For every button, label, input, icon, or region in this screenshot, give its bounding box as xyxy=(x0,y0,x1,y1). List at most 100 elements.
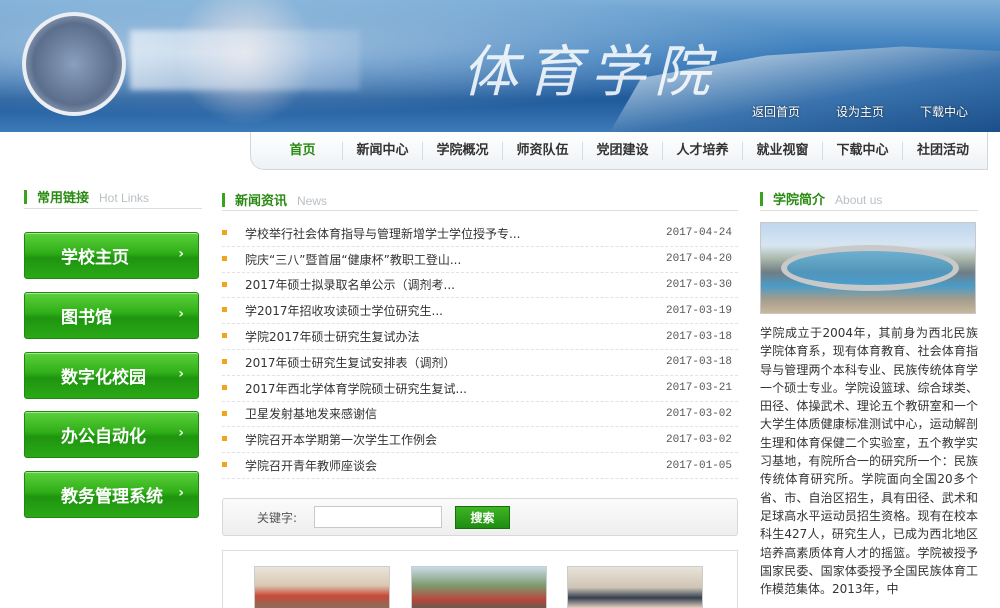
hot-link-school-home[interactable]: 学校主页 › xyxy=(24,232,199,279)
news-item-date: 2017-03-02 xyxy=(665,433,732,446)
stadium-photo[interactable] xyxy=(760,222,976,314)
news-item[interactable]: 2017年硕士研究生复试安排表（调剂） 2017-03-18 xyxy=(222,350,738,376)
bullet-icon xyxy=(222,358,227,364)
news-item-date: 2017-03-02 xyxy=(665,407,732,420)
news-item-date: 2017-03-21 xyxy=(665,382,732,395)
nav-item-faculty[interactable]: 师资队伍 xyxy=(503,141,583,160)
divider xyxy=(222,210,738,211)
heading-bar xyxy=(24,189,27,204)
search-label: 关键字: xyxy=(257,511,298,525)
nav-item-home[interactable]: 首页 xyxy=(263,141,343,160)
news-item[interactable]: 学校举行社会体育指导与管理新增学士学位授予专... 2017-04-24 xyxy=(222,221,738,247)
hot-links-title-en: Hot Links xyxy=(99,191,150,205)
news-item-title: 卫星发射基地发来感谢信 xyxy=(245,407,378,422)
news-item-title: 院庆“三八”暨首届“健康杯”教职工登山... xyxy=(245,252,462,267)
news-title: 新闻资讯 xyxy=(235,194,288,209)
main-nav: 首页 新闻中心 学院概况 师资队伍 党团建设 人才培养 就业视窗 下载中心 社团… xyxy=(250,132,988,170)
top-link-downloads[interactable]: 下载中心 xyxy=(902,103,986,120)
nav-item-news[interactable]: 新闻中心 xyxy=(343,141,423,160)
nav-item-employment[interactable]: 就业视窗 xyxy=(743,141,823,160)
search-input[interactable] xyxy=(314,506,442,528)
news-item[interactable]: 学院召开青年教师座谈会 2017-01-05 xyxy=(222,453,738,479)
news-title-en: News xyxy=(297,194,328,208)
school-name-logotype xyxy=(130,30,360,90)
news-item-title: 2017年西北学体育学院硕士研究生复试... xyxy=(245,381,467,396)
about-heading: 学院简介 About us xyxy=(760,189,882,208)
news-item[interactable]: 2017年硕士拟录取名单公示（调剂考... 2017-03-30 xyxy=(222,273,738,299)
divider xyxy=(760,210,978,211)
hot-link-office-automation[interactable]: 办公自动化 › xyxy=(24,411,199,458)
heading-bar xyxy=(222,192,225,207)
bullet-icon xyxy=(222,307,227,313)
bullet-icon xyxy=(222,255,227,261)
hot-link-library[interactable]: 图书馆 › xyxy=(24,292,199,339)
news-item-title: 学院召开本学期第一次学生工作例会 xyxy=(245,433,438,448)
top-link-set-homepage[interactable]: 设为主页 xyxy=(818,103,902,120)
heading-bar xyxy=(760,191,763,206)
news-item-title: 2017年硕士研究生复试安排表（调剂） xyxy=(245,355,456,370)
photo-seminar[interactable] xyxy=(567,566,703,608)
hot-link-label: 学校主页 xyxy=(61,248,129,268)
photo-meeting-room[interactable] xyxy=(254,566,390,608)
chevron-right-icon: › xyxy=(178,246,184,262)
news-item-date: 2017-03-18 xyxy=(665,330,732,343)
news-item-title: 2017年硕士拟录取名单公示（调剂考... xyxy=(245,278,455,293)
photo-strip xyxy=(222,550,738,608)
about-title-en: About us xyxy=(835,193,883,207)
bullet-icon xyxy=(222,230,227,235)
search-button[interactable]: 搜索 xyxy=(455,506,510,529)
news-list: 学校举行社会体育指导与管理新增学士学位授予专... 2017-04-24 院庆“三… xyxy=(222,221,738,479)
bullet-icon xyxy=(222,384,227,390)
school-logo[interactable] xyxy=(22,12,126,116)
news-item-date: 2017-04-24 xyxy=(665,227,732,240)
bullet-icon xyxy=(222,281,227,287)
nav-item-party[interactable]: 党团建设 xyxy=(583,141,663,160)
hot-link-label: 教务管理系统 xyxy=(61,487,163,507)
news-item-date: 2017-04-20 xyxy=(665,253,732,266)
chevron-right-icon: › xyxy=(178,485,184,501)
news-item[interactable]: 学院召开本学期第一次学生工作例会 2017-03-02 xyxy=(222,427,738,454)
college-title: 体育学院 xyxy=(462,42,718,104)
news-item-title: 学2017年招收攻读硕士学位研究生... xyxy=(245,304,443,319)
chevron-right-icon: › xyxy=(178,366,184,382)
nav-item-overview[interactable]: 学院概况 xyxy=(423,141,503,160)
about-text: 学院成立于2004年，其前身为西北民族学院体育系，现有体育教育、社会体育指导与管… xyxy=(760,326,978,597)
news-item-date: 2017-03-18 xyxy=(665,356,732,369)
news-item-date: 2017-03-30 xyxy=(665,278,732,291)
news-item[interactable]: 卫星发射基地发来感谢信 2017-03-02 xyxy=(222,402,738,428)
bullet-icon xyxy=(222,436,227,442)
news-item-title: 学校举行社会体育指导与管理新增学士学位授予专... xyxy=(245,226,521,241)
nav-item-clubs[interactable]: 社团活动 xyxy=(903,142,983,160)
nav-item-training[interactable]: 人才培养 xyxy=(663,141,743,160)
search-bar: 关键字: 搜索 xyxy=(222,498,738,536)
running-track xyxy=(781,245,959,291)
about-title: 学院简介 xyxy=(773,193,826,208)
hot-links-heading: 常用链接 Hot Links xyxy=(24,187,149,206)
photo-outdoor-event[interactable] xyxy=(411,566,547,608)
news-item[interactable]: 院庆“三八”暨首届“健康杯”教职工登山... 2017-04-20 xyxy=(222,247,738,273)
hot-link-digital-campus[interactable]: 数字化校园 › xyxy=(24,352,199,399)
bullet-icon xyxy=(222,462,227,468)
news-item-title: 学院召开青年教师座谈会 xyxy=(245,459,378,474)
news-item-title: 学院2017年硕士研究生复试办法 xyxy=(245,330,420,345)
news-heading: 新闻资讯 News xyxy=(222,190,327,209)
bullet-icon xyxy=(222,410,227,416)
header-banner: 体育学院 返回首页 设为主页 下载中心 xyxy=(0,0,1000,132)
news-item[interactable]: 2017年西北学体育学院硕士研究生复试... 2017-03-21 xyxy=(222,376,738,402)
chevron-right-icon: › xyxy=(178,425,184,441)
divider xyxy=(24,208,202,209)
bullet-icon xyxy=(222,333,227,339)
news-item-date: 2017-01-05 xyxy=(665,459,732,472)
hot-link-label: 办公自动化 xyxy=(61,427,146,447)
chevron-right-icon: › xyxy=(178,306,184,322)
hot-link-label: 图书馆 xyxy=(61,308,112,328)
news-item[interactable]: 学院2017年硕士研究生复试办法 2017-03-18 xyxy=(222,324,738,350)
news-item-date: 2017-03-19 xyxy=(665,304,732,317)
hot-link-academic-system[interactable]: 教务管理系统 › xyxy=(24,471,199,518)
hot-link-label: 数字化校园 xyxy=(61,368,146,388)
hot-links-title: 常用链接 xyxy=(37,191,90,206)
nav-item-downloads[interactable]: 下载中心 xyxy=(823,141,903,160)
top-links: 返回首页 设为主页 下载中心 xyxy=(734,103,986,120)
top-link-home[interactable]: 返回首页 xyxy=(734,103,818,120)
news-item[interactable]: 学2017年招收攻读硕士学位研究生... 2017-03-19 xyxy=(222,298,738,325)
